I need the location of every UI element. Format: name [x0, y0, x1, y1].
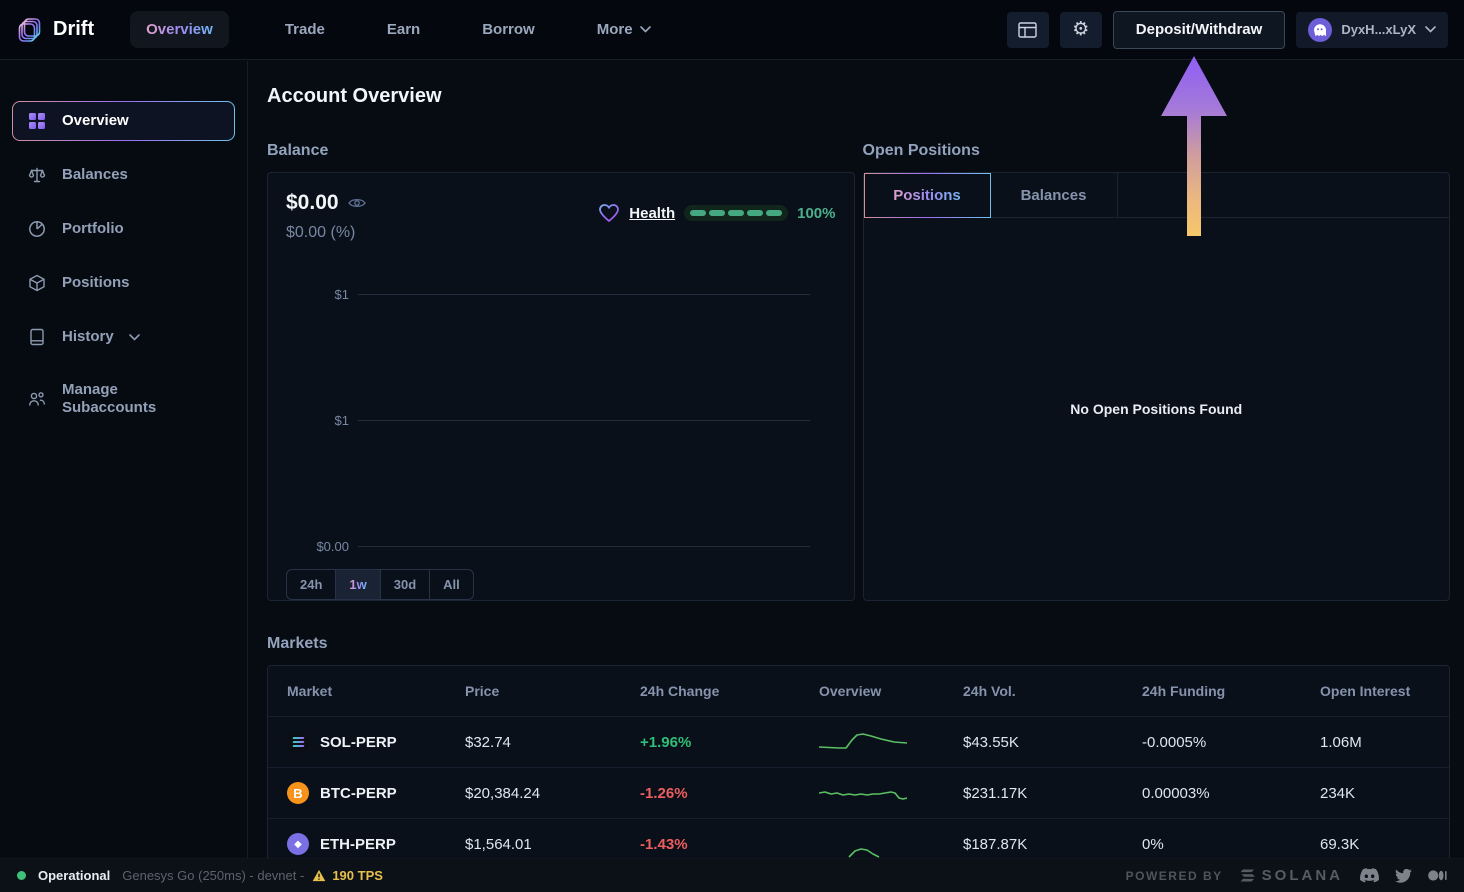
balance-section-label: Balance — [267, 142, 855, 160]
solana-logo: SOLANA — [1240, 867, 1343, 884]
phantom-ghost-icon — [1308, 18, 1332, 42]
tab-earn[interactable]: Earn — [371, 11, 436, 48]
markets-section-label: Markets — [267, 635, 1450, 653]
chevron-down-icon — [1425, 26, 1436, 33]
powered-by-label: POWERED BY — [1126, 869, 1223, 883]
drift-logo[interactable]: Drift — [16, 16, 94, 44]
ethereum-icon: ◆ — [287, 833, 309, 855]
book-icon — [27, 327, 47, 347]
eye-icon[interactable] — [348, 197, 366, 209]
page-title: Account Overview — [267, 85, 1450, 108]
status-label: Operational — [38, 868, 110, 883]
cube-icon — [27, 273, 47, 293]
sidebar-item-balances[interactable]: Balances — [12, 155, 235, 195]
heart-icon — [598, 203, 620, 223]
balance-amount-percent: $0.00 (%) — [286, 224, 366, 242]
health-group: Health 100% — [598, 203, 835, 223]
scale-icon — [27, 165, 47, 185]
range-all-button[interactable]: All — [430, 570, 473, 599]
sparkline — [819, 830, 907, 858]
health-segment — [728, 210, 744, 216]
tab-trade[interactable]: Trade — [269, 11, 341, 48]
open-positions-panel: Positions Balances No Open Positions Fou… — [863, 172, 1451, 601]
brand-name: Drift — [53, 18, 94, 41]
y-axis-tick: $0.00 — [286, 539, 358, 554]
health-label[interactable]: Health — [629, 205, 675, 222]
users-icon — [27, 389, 47, 409]
time-range-selector: 24h 1w 30d All — [286, 569, 474, 600]
sparkline — [819, 779, 907, 807]
health-percent: 100% — [797, 205, 835, 222]
layout-grid-icon — [1018, 22, 1037, 38]
markets-table-header: Market Price 24h Change Overview 24h Vol… — [268, 666, 1449, 716]
table-row-sol-perp[interactable]: SOL-PERP $32.74 +1.96% $43.55K -0.0005% … — [268, 716, 1449, 767]
warning-icon — [312, 869, 326, 882]
table-row-btc-perp[interactable]: B BTC-PERP $20,384.24 -1.26% $231.17K 0.… — [268, 767, 1449, 818]
layout-grid-button[interactable] — [1007, 12, 1049, 48]
balance-panel: $0.00 $0.00 (%) — [267, 172, 855, 601]
gridline — [358, 294, 810, 295]
empty-positions-message: No Open Positions Found — [1070, 401, 1242, 417]
chevron-down-icon — [129, 334, 140, 341]
wallet-button[interactable]: DyxH...xLyX — [1296, 12, 1448, 48]
balance-chart: $1 $1 $0.00 — [286, 271, 836, 557]
discord-icon[interactable] — [1360, 868, 1379, 883]
status-bar: Operational Genesys Go (250ms) - devnet … — [0, 858, 1464, 892]
tab-balances[interactable]: Balances — [991, 173, 1118, 218]
tps-counter: 190 TPS — [332, 868, 383, 883]
sparkline — [819, 728, 907, 756]
main-content: Account Overview Balance $0.00 — [249, 61, 1464, 858]
twitter-icon[interactable] — [1395, 869, 1412, 883]
drift-logo-icon — [16, 16, 44, 44]
tab-more[interactable]: More — [581, 11, 667, 48]
sidebar-item-positions[interactable]: Positions — [12, 263, 235, 303]
pie-chart-icon — [27, 219, 47, 239]
chevron-down-icon — [640, 26, 651, 33]
y-axis-tick: $1 — [286, 287, 358, 302]
gridline — [358, 546, 810, 547]
health-segment — [747, 210, 763, 216]
wallet-address: DyxH...xLyX — [1341, 22, 1416, 37]
bitcoin-icon: B — [287, 782, 309, 804]
markets-panel: Market Price 24h Change Overview 24h Vol… — [267, 665, 1450, 858]
gear-icon: ⚙ — [1072, 20, 1089, 39]
status-dot — [17, 871, 26, 880]
sidebar-item-history[interactable]: History — [12, 317, 235, 357]
health-segment — [766, 210, 782, 216]
health-segment — [690, 210, 706, 216]
table-row-eth-perp[interactable]: ◆ ETH-PERP $1,564.01 -1.43% $187.87K 0% … — [268, 818, 1449, 858]
grid-icon — [27, 111, 47, 131]
medium-icon[interactable] — [1428, 869, 1447, 882]
sidebar-item-portfolio[interactable]: Portfolio — [12, 209, 235, 249]
health-bar — [684, 205, 788, 221]
tab-positions[interactable]: Positions — [864, 173, 991, 218]
solana-icon — [287, 731, 309, 753]
deposit-withdraw-button[interactable]: Deposit/Withdraw — [1113, 11, 1286, 49]
balance-amount: $0.00 — [286, 191, 339, 215]
tab-overview[interactable]: Overview — [130, 11, 229, 48]
sidebar: Overview Balances Portfolio — [0, 61, 248, 858]
sidebar-item-overview[interactable]: Overview — [12, 101, 235, 141]
range-30d-button[interactable]: 30d — [381, 570, 430, 599]
rpc-status-text: Genesys Go (250ms) - devnet - — [122, 868, 304, 883]
range-1w-button[interactable]: 1w — [336, 570, 380, 599]
sidebar-item-manage-subaccounts[interactable]: Manage Subaccounts — [12, 371, 235, 427]
app-root: Drift Overview Trade Earn Borrow More — [0, 0, 1464, 892]
settings-button[interactable]: ⚙ — [1060, 12, 1102, 48]
open-positions-section-label: Open Positions — [863, 142, 1451, 160]
range-24h-button[interactable]: 24h — [287, 570, 336, 599]
top-actions: ⚙ Deposit/Withdraw DyxH...xLyX — [1007, 11, 1448, 49]
tab-borrow[interactable]: Borrow — [466, 11, 551, 48]
health-segment — [709, 210, 725, 216]
top-bar: Drift Overview Trade Earn Borrow More — [0, 0, 1464, 60]
solana-bars-icon — [1240, 869, 1256, 882]
y-axis-tick: $1 — [286, 413, 358, 428]
tabs-filler — [1118, 173, 1450, 218]
gridline — [358, 420, 810, 421]
